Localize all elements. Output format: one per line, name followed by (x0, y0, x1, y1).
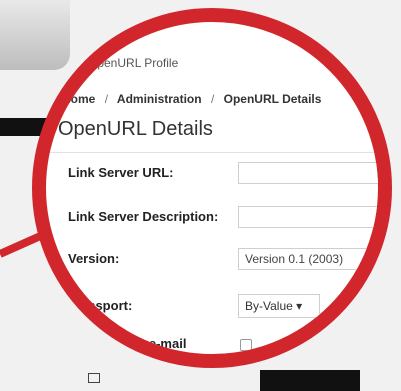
page-title: OpenURL Details (58, 118, 213, 140)
breadcrumb-administration[interactable]: Administration (117, 92, 202, 106)
link-server-description-label: Link Server Description: (68, 209, 219, 224)
link-server-description-input[interactable] (238, 206, 378, 228)
version-label: Version: (68, 251, 120, 266)
divider (46, 152, 378, 153)
window-icon (88, 373, 100, 383)
breadcrumb: Home / Administration / OpenURL Details (62, 92, 321, 106)
profile-title: OpenURL Profile (88, 56, 179, 70)
version-value: Version 0.1 (2003) (245, 252, 344, 266)
version-input[interactable]: Version 0.1 (2003) (238, 248, 378, 270)
breadcrumb-home[interactable]: Home (62, 92, 95, 106)
breadcrumb-openurl-details: OpenURL Details (223, 92, 322, 106)
transport-select[interactable]: By-Value ▾ (238, 294, 320, 318)
link-server-url-label: Link Server URL: (68, 165, 174, 180)
transport-label: Transport: (68, 298, 133, 313)
chevron-down-icon: ▾ (296, 299, 303, 313)
magnifier-lens: OpenURL Profile Home / Administration / … (32, 8, 392, 368)
breadcrumb-separator: / (104, 92, 109, 106)
magnified-content: OpenURL Profile Home / Administration / … (46, 22, 378, 354)
requester-email-label: requester e-mail (86, 336, 187, 351)
requester-email-checkbox[interactable] (240, 339, 252, 351)
transport-value: By-Value ▾ (245, 299, 303, 313)
breadcrumb-separator: / (210, 92, 215, 106)
link-server-url-input[interactable] (238, 162, 378, 184)
dark-footer-bar (260, 370, 360, 391)
